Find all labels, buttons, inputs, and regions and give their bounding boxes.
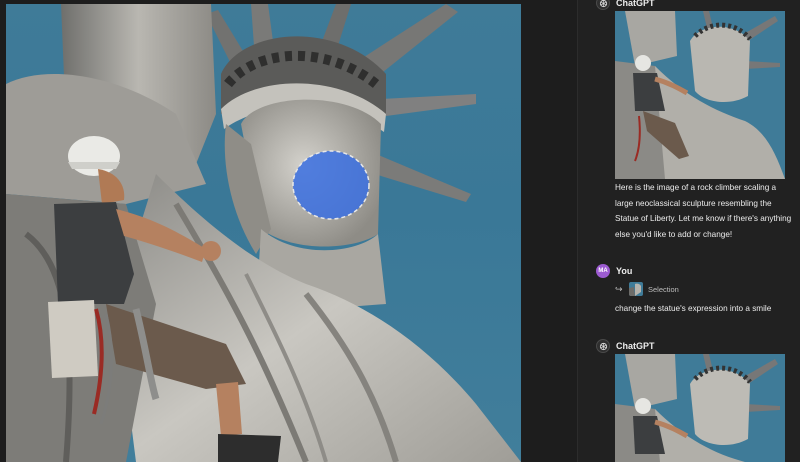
generated-image-thumbnail[interactable] [615, 11, 785, 179]
selection-label: Selection [648, 284, 679, 294]
openai-logo-icon [596, 339, 610, 353]
user-message-text: change the statue's expression into a sm… [615, 304, 772, 313]
chat-panel[interactable]: ChatGPT Here is the image of a rock clim… [578, 0, 800, 462]
selection-thumbnail [629, 282, 643, 296]
sender-name: You [616, 266, 633, 276]
image-editor-panel [0, 0, 577, 462]
openai-logo-icon [596, 0, 610, 10]
avatar: MA [596, 264, 610, 278]
assistant-header: ChatGPT [596, 0, 655, 11]
sender-name: ChatGPT [616, 0, 655, 8]
sender-name: ChatGPT [616, 341, 655, 351]
selection-reference[interactable]: ↪ Selection [615, 281, 679, 297]
editable-image[interactable] [6, 4, 521, 462]
user-header: MA You [596, 263, 632, 279]
assistant-header: ChatGPT [596, 338, 655, 354]
generated-image-thumbnail[interactable] [615, 354, 785, 462]
assistant-reply-text: Here is the image of a rock climber scal… [615, 183, 792, 239]
reply-arrow-icon: ↪ [615, 283, 623, 294]
selection-mask [292, 150, 370, 220]
